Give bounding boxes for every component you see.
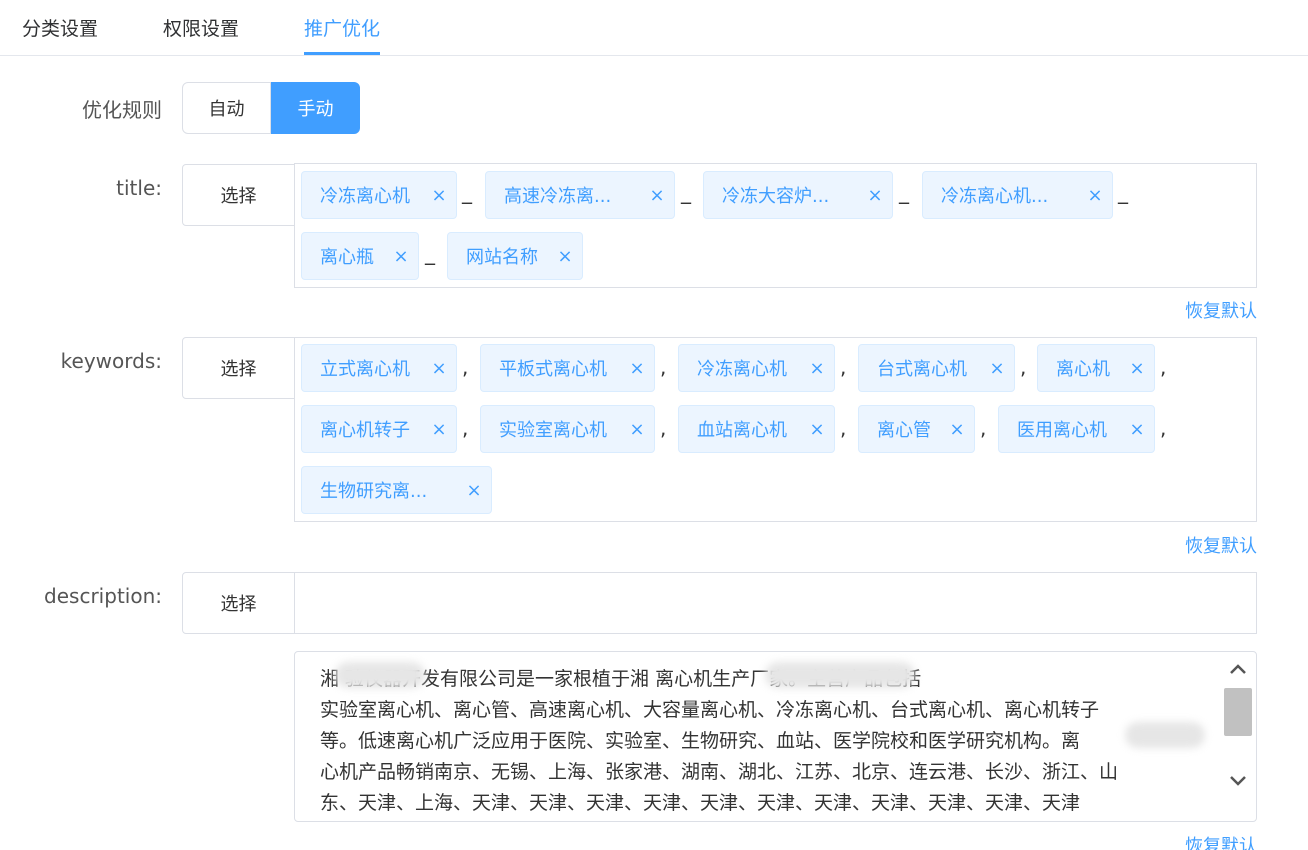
close-icon[interactable]: × [384, 246, 418, 267]
keyword-separator: , [660, 355, 667, 379]
title-separator: _ [425, 241, 435, 265]
tab-bar: 分类设置 权限设置 推广优化 [0, 0, 1308, 56]
rule-auto-button[interactable]: 自动 [182, 82, 271, 134]
keyword-tag: 平板式离心机 × [480, 344, 655, 392]
keyword-separator: , [980, 416, 987, 440]
keyword-tag: 立式离心机 × [301, 344, 457, 392]
keyword-separator: , [660, 416, 667, 440]
title-select-button[interactable]: 选择 [182, 164, 295, 226]
keywords-select-button[interactable]: 选择 [182, 337, 295, 399]
close-icon[interactable]: × [858, 185, 892, 206]
tab-promotion-optimization[interactable]: 推广优化 [304, 14, 380, 41]
keyword-tag: 冷冻离心机 × [678, 344, 835, 392]
keyword-tag: 离心机 × [1037, 344, 1155, 392]
description-label: description: [44, 584, 162, 608]
keyword-tag: 医用离心机 × [998, 405, 1155, 453]
close-icon[interactable]: × [940, 419, 974, 440]
keyword-tag: 血站离心机 × [678, 405, 835, 453]
keyword-separator: , [1160, 355, 1167, 379]
close-icon[interactable]: × [422, 358, 456, 379]
redaction-blur [765, 662, 915, 688]
title-tag: 高速冷冻离... × [485, 171, 675, 219]
keywords-label: keywords: [60, 349, 162, 373]
description-select-button[interactable]: 选择 [182, 572, 295, 634]
title-label: title: [116, 176, 162, 200]
keyword-separator: , [840, 355, 847, 379]
title-separator: _ [1118, 180, 1128, 204]
chevron-down-icon[interactable] [1220, 766, 1256, 796]
keywords-tag-box[interactable]: 立式离心机 × , 平板式离心机 × , 冷冻离心机 × , 台式离心机 × , 离心机… [294, 337, 1257, 522]
title-tag: 冷冻离心机... × [922, 171, 1113, 219]
close-icon[interactable]: × [620, 358, 654, 379]
close-icon[interactable]: × [620, 419, 654, 440]
keyword-separator: , [1160, 416, 1167, 440]
chevron-up-icon[interactable] [1220, 654, 1256, 684]
keyword-separator: , [462, 416, 469, 440]
scrollbar-thumb[interactable] [1224, 688, 1252, 736]
close-icon[interactable]: × [640, 185, 674, 206]
description-textarea[interactable]: 湘 验仪器开发有限公司是一家根植于湘 离心机生产厂家。主营产品包括 实验室离心机… [294, 651, 1257, 822]
keyword-tag: 生物研究离... × [301, 466, 492, 514]
description-tag-box[interactable] [294, 572, 1257, 634]
close-icon[interactable]: × [548, 246, 582, 267]
title-separator: _ [899, 180, 909, 204]
title-restore-default-link[interactable]: 恢复默认 [1185, 297, 1257, 323]
description-restore-default-link[interactable]: 恢复默认 [1185, 832, 1257, 850]
textarea-scrollbar[interactable] [1220, 652, 1256, 799]
tab-permission-settings[interactable]: 权限设置 [163, 14, 239, 41]
close-icon[interactable]: × [422, 419, 456, 440]
keyword-separator: , [1020, 355, 1027, 379]
title-tag: 冷冻离心机 × [301, 171, 457, 219]
close-icon[interactable]: × [800, 358, 834, 379]
title-separator: _ [462, 180, 472, 204]
keyword-separator: , [462, 355, 469, 379]
title-tag: 冷冻大容炉... × [703, 171, 893, 219]
close-icon[interactable]: × [422, 185, 456, 206]
rule-label: 优化规则 [82, 98, 162, 122]
redaction-blur [335, 662, 425, 688]
close-icon[interactable]: × [457, 480, 491, 501]
keyword-tag: 实验室离心机 × [480, 405, 655, 453]
keyword-tag: 离心机转子 × [301, 405, 457, 453]
active-tab-indicator [304, 52, 380, 55]
rule-segmented-control: 自动 手动 [182, 82, 360, 134]
close-icon[interactable]: × [980, 358, 1014, 379]
keywords-restore-default-link[interactable]: 恢复默认 [1185, 532, 1257, 558]
title-tag: 网站名称 × [447, 232, 583, 280]
rule-manual-button[interactable]: 手动 [271, 82, 360, 134]
keyword-tag: 离心管 × [858, 405, 975, 453]
redaction-blur [1125, 722, 1205, 748]
title-separator: _ [681, 180, 691, 204]
title-tag-box[interactable]: 冷冻离心机 × _ 高速冷冻离... × _ 冷冻大容炉... × _ 冷冻离心机..… [294, 163, 1257, 288]
close-icon[interactable]: × [1120, 419, 1154, 440]
close-icon[interactable]: × [800, 419, 834, 440]
close-icon[interactable]: × [1120, 358, 1154, 379]
keyword-separator: , [840, 416, 847, 440]
close-icon[interactable]: × [1078, 185, 1112, 206]
title-tag: 离心瓶 × [301, 232, 419, 280]
keyword-tag: 台式离心机 × [858, 344, 1015, 392]
tab-category-settings[interactable]: 分类设置 [22, 14, 98, 41]
description-text: 湘 验仪器开发有限公司是一家根植于湘 离心机生产厂家。主营产品包括 实验室离心机… [320, 668, 1119, 812]
